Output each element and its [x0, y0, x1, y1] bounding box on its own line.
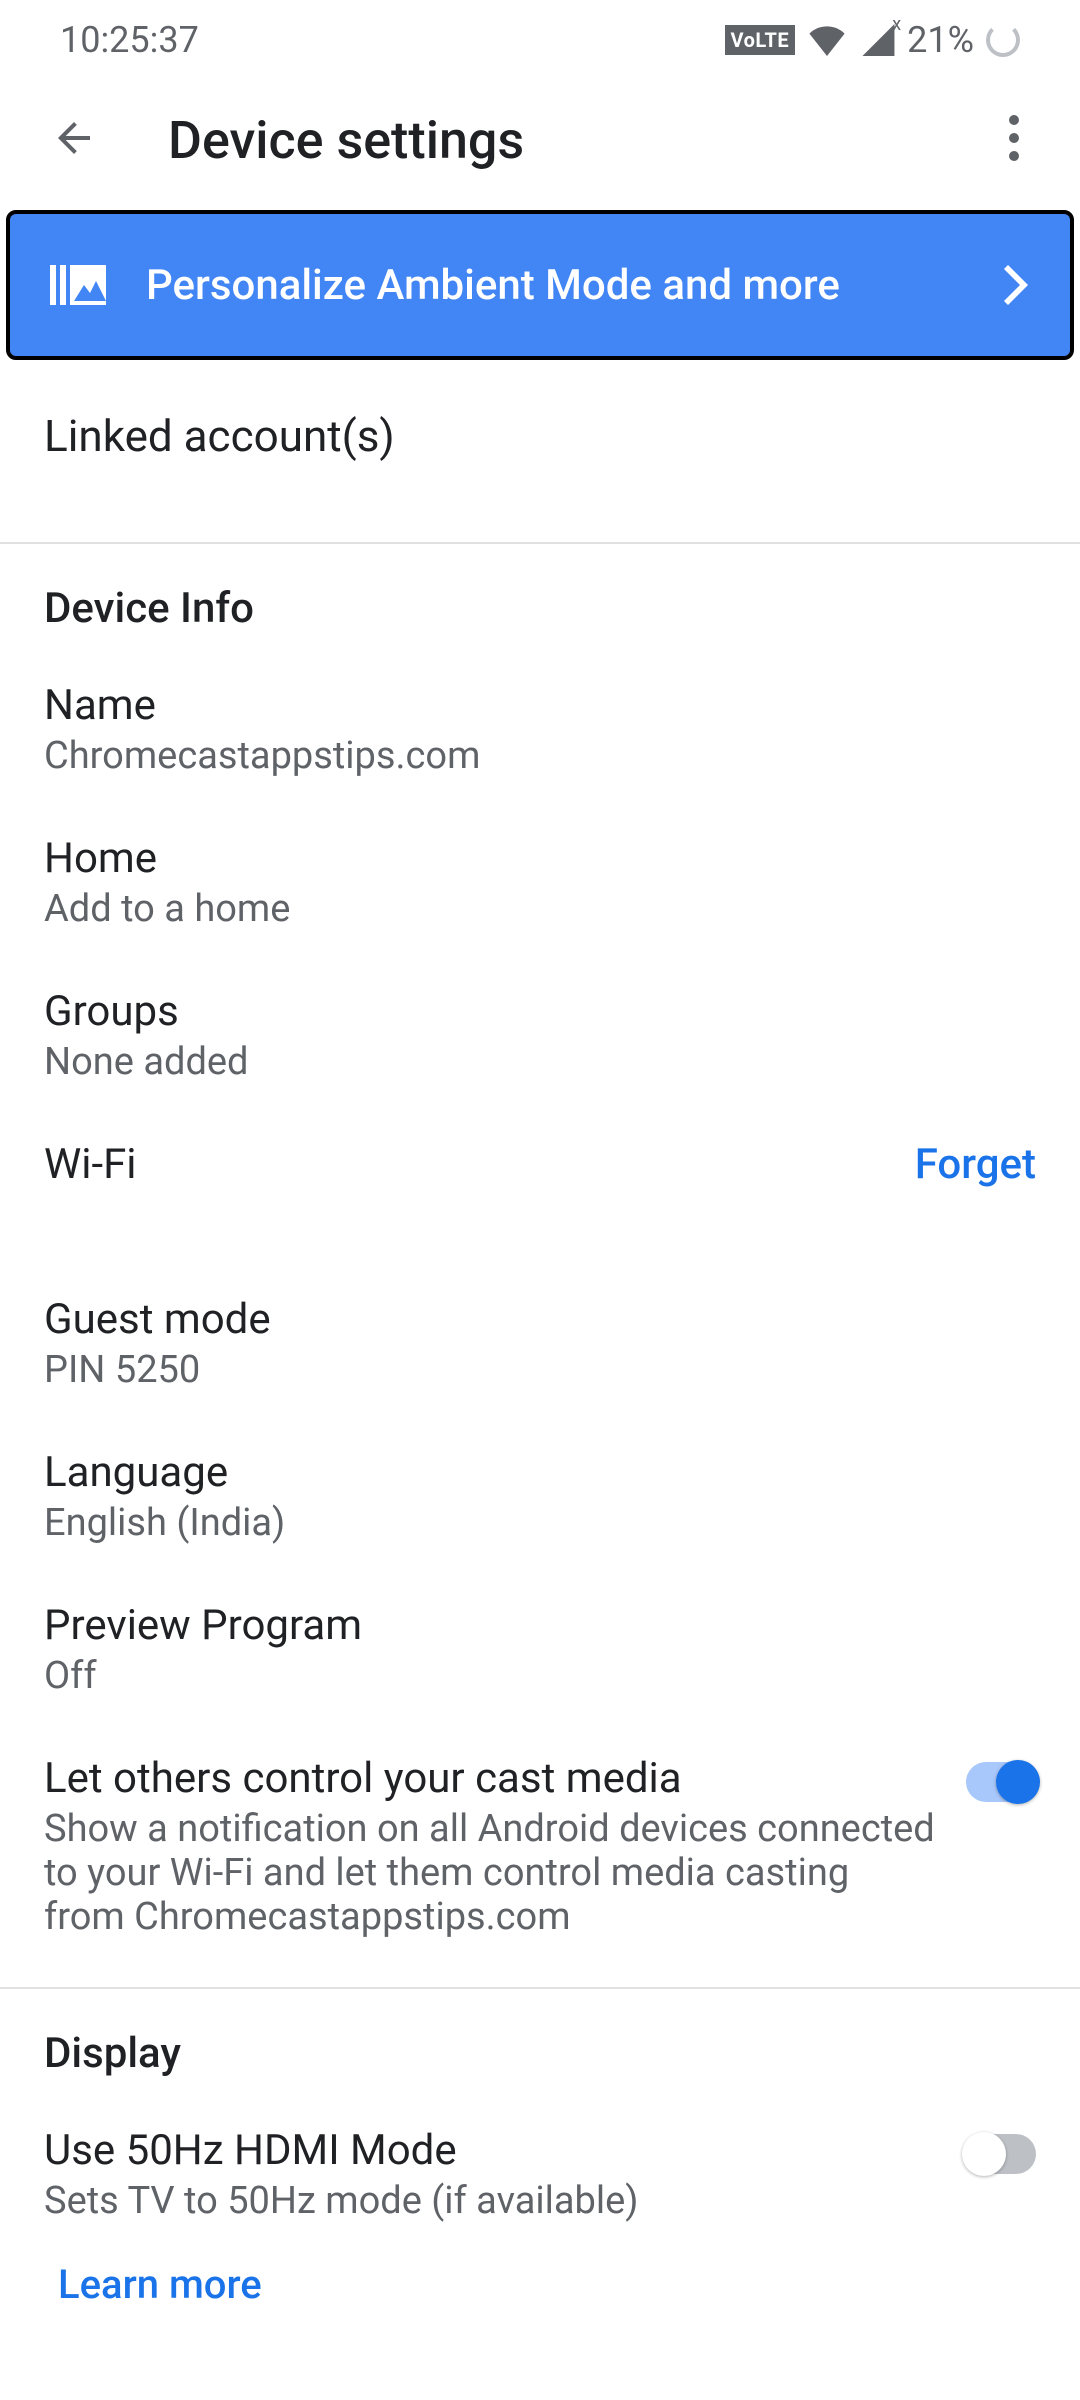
home-sub: Add to a home [44, 887, 1036, 931]
groups-title: Groups [44, 987, 1036, 1036]
display-header: Display [0, 1989, 1080, 2098]
status-time: 10:25:37 [60, 19, 199, 61]
wifi-icon [807, 24, 847, 56]
linked-accounts-label: Linked account(s) [44, 410, 395, 462]
cast-control-sub: Show a notification on all Android devic… [44, 1807, 936, 1939]
toggle-knob [962, 2132, 1006, 2176]
hdmi-50hz-item[interactable]: Use 50Hz HDMI Mode Sets TV to 50Hz mode … [0, 2098, 1080, 2251]
cast-control-title: Let others control your cast media [44, 1754, 936, 1803]
home-title: Home [44, 834, 1036, 883]
ambient-mode-banner[interactable]: Personalize Ambient Mode and more [6, 210, 1074, 360]
name-title: Name [44, 681, 1036, 730]
toggle-knob [996, 1760, 1040, 1804]
home-item[interactable]: Home Add to a home [0, 806, 1080, 959]
more-vert-icon [1008, 114, 1020, 162]
guest-mode-item[interactable]: Guest mode PIN 5250 [0, 1267, 1080, 1420]
volte-badge: VoLTE [725, 25, 796, 55]
language-sub: English (India) [44, 1501, 1036, 1545]
chevron-right-icon [1002, 265, 1030, 305]
wifi-forget-button[interactable]: Forget [915, 1140, 1036, 1189]
name-sub: Chromecastappstips.com [44, 734, 1036, 778]
back-button[interactable] [40, 104, 108, 176]
preview-sub: Off [44, 1654, 1036, 1698]
hdmi-sub: Sets TV to 50Hz mode (if available) [44, 2179, 936, 2223]
hdmi-50hz-toggle[interactable] [966, 2134, 1036, 2174]
preview-program-item[interactable]: Preview Program Off [0, 1573, 1080, 1726]
battery-percent: 21% [907, 19, 974, 61]
guest-mode-sub: PIN 5250 [44, 1348, 1036, 1392]
signal-x-indicator: x [892, 14, 901, 35]
loading-spinner-icon [986, 23, 1020, 57]
overflow-menu-button[interactable] [988, 104, 1040, 176]
status-right: VoLTE x 21% [725, 19, 1021, 61]
page-title: Device settings [168, 110, 988, 171]
ambient-icon [50, 261, 106, 309]
cellular-signal-icon: x [859, 24, 895, 56]
groups-sub: None added [44, 1040, 1036, 1084]
device-info-header: Device Info [0, 544, 1080, 653]
wifi-item[interactable]: Wi-Fi Forget [0, 1112, 1080, 1217]
wifi-title: Wi-Fi [44, 1140, 915, 1189]
guest-mode-title: Guest mode [44, 1295, 1036, 1344]
app-bar: Device settings [0, 80, 1080, 200]
ambient-banner-label: Personalize Ambient Mode and more [146, 261, 840, 310]
cast-control-item[interactable]: Let others control your cast media Show … [0, 1726, 1080, 1967]
hdmi-learn-more-link[interactable]: Learn more [0, 2251, 1080, 2308]
arrow-back-icon [50, 114, 98, 162]
status-bar: 10:25:37 VoLTE x 21% [0, 0, 1080, 80]
language-item[interactable]: Language English (India) [0, 1420, 1080, 1573]
preview-title: Preview Program [44, 1601, 1036, 1650]
language-title: Language [44, 1448, 1036, 1497]
hdmi-title: Use 50Hz HDMI Mode [44, 2126, 936, 2175]
groups-item[interactable]: Groups None added [0, 959, 1080, 1112]
cast-control-toggle[interactable] [966, 1762, 1036, 1802]
name-item[interactable]: Name Chromecastappstips.com [0, 653, 1080, 806]
linked-accounts-item[interactable]: Linked account(s) [0, 390, 1080, 502]
